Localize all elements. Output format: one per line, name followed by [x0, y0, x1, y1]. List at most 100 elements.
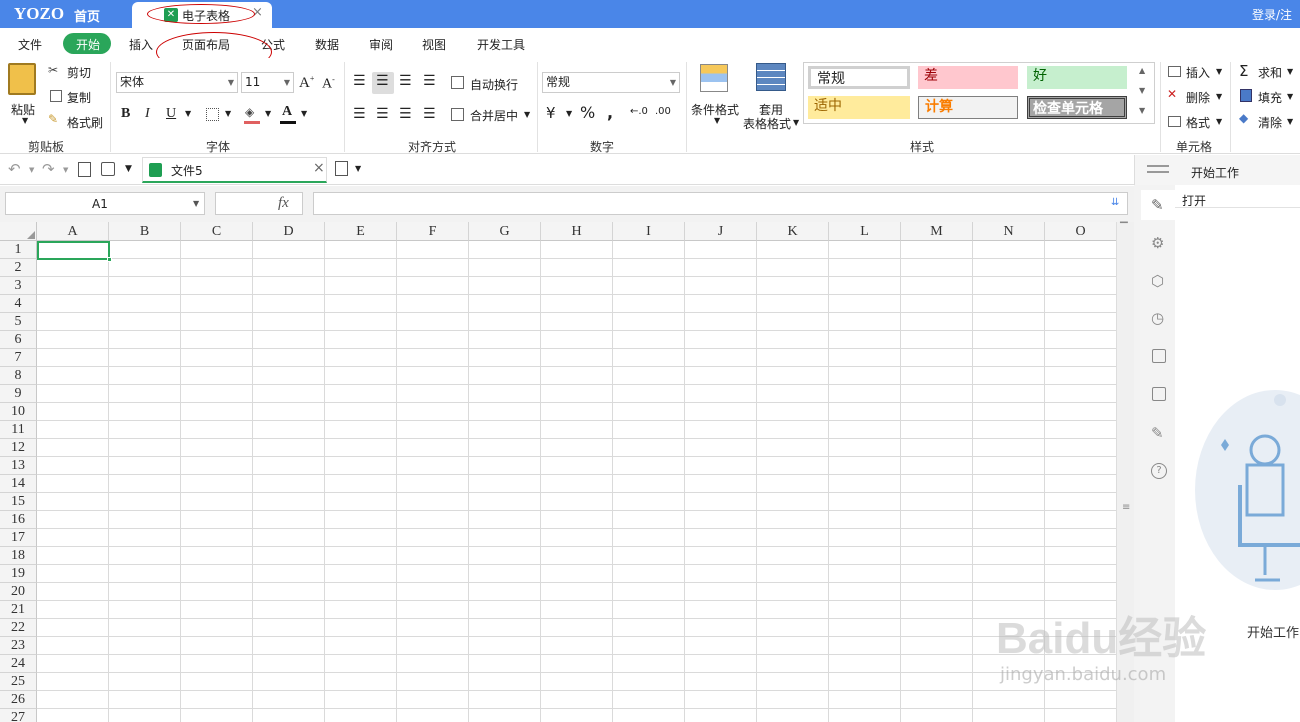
- font-size-select[interactable]: 11 ▼: [241, 72, 294, 93]
- chevron-down-icon[interactable]: ▼: [524, 110, 530, 119]
- chevron-down-icon[interactable]: ▼: [193, 199, 199, 208]
- table-format-icon[interactable]: [756, 63, 786, 91]
- italic-icon[interactable]: I: [145, 106, 150, 122]
- bold-icon[interactable]: B: [121, 106, 130, 122]
- row-header[interactable]: 24: [0, 655, 37, 673]
- column-header[interactable]: B: [109, 222, 181, 241]
- menu-data[interactable]: 数据: [315, 36, 339, 53]
- column-header[interactable]: J: [685, 222, 757, 241]
- column-header[interactable]: E: [325, 222, 397, 241]
- settings-sliders-icon[interactable]: ⚙: [1151, 234, 1164, 252]
- row-header[interactable]: 21: [0, 601, 37, 619]
- align-left-icon[interactable]: ☰: [353, 106, 366, 122]
- chevron-down-icon[interactable]: ▼: [225, 109, 231, 118]
- chevron-down-icon[interactable]: ▼: [714, 116, 720, 125]
- menu-insert[interactable]: 插入: [129, 36, 153, 53]
- menu-developer[interactable]: 开发工具: [477, 36, 525, 53]
- format-cells-button[interactable]: 格式: [1186, 114, 1210, 131]
- sum-button[interactable]: 求和: [1258, 64, 1282, 81]
- chevron-down-icon[interactable]: ▼: [355, 164, 361, 173]
- align-top-icon[interactable]: ☰: [353, 73, 366, 89]
- row-header[interactable]: 6: [0, 331, 37, 349]
- column-header[interactable]: N: [973, 222, 1045, 241]
- row-header[interactable]: 15: [0, 493, 37, 511]
- chevron-down-icon[interactable]: ▼: [63, 166, 68, 174]
- row-header[interactable]: 16: [0, 511, 37, 529]
- chevron-down-icon[interactable]: ▼: [29, 166, 34, 174]
- chevron-down-icon[interactable]: ▼: [1287, 67, 1293, 76]
- row-header[interactable]: 27: [0, 709, 37, 722]
- currency-icon[interactable]: ¥: [546, 104, 556, 122]
- clear-button[interactable]: 清除: [1258, 114, 1282, 131]
- comma-icon[interactable]: ,: [607, 103, 613, 122]
- conditional-format-icon[interactable]: [700, 64, 728, 92]
- align-center-icon[interactable]: ☰: [376, 106, 389, 122]
- function-button-box[interactable]: fx: [215, 192, 303, 215]
- number-format-select[interactable]: 常规 ▼: [542, 72, 680, 93]
- column-header[interactable]: K: [757, 222, 829, 241]
- column-header[interactable]: H: [541, 222, 613, 241]
- merge-center-button[interactable]: 合并居中: [470, 107, 518, 124]
- row-header[interactable]: 14: [0, 475, 37, 493]
- decrease-decimal-icon[interactable]: .00: [655, 106, 671, 117]
- row-header[interactable]: 2: [0, 259, 37, 277]
- menu-view[interactable]: 视图: [422, 36, 446, 53]
- copy-pages-icon[interactable]: [1152, 387, 1166, 401]
- pane-menu-icon[interactable]: [1147, 165, 1169, 167]
- font-shrink-icon[interactable]: A-: [322, 75, 335, 93]
- formula-input[interactable]: ⇊: [313, 192, 1128, 215]
- help-icon[interactable]: ?: [1151, 463, 1167, 479]
- customize-toolbar-icon[interactable]: ▼: [125, 164, 132, 174]
- format-painter-button[interactable]: 格式刷: [67, 114, 103, 131]
- chevron-down-icon[interactable]: ▼: [1287, 92, 1293, 101]
- style-neutral[interactable]: 适中: [808, 96, 910, 119]
- active-cell-a1[interactable]: [37, 241, 112, 262]
- expand-formula-icon[interactable]: ⇊: [1111, 197, 1119, 208]
- home-tab[interactable]: 首页: [74, 6, 100, 25]
- row-header[interactable]: 7: [0, 349, 37, 367]
- new-document-icon[interactable]: [335, 161, 348, 176]
- scroll-up-icon[interactable]: ▲: [1139, 66, 1145, 75]
- row-header[interactable]: 25: [0, 673, 37, 691]
- undo-icon[interactable]: ↶: [8, 160, 21, 178]
- menu-file[interactable]: 文件: [18, 36, 42, 53]
- row-header[interactable]: 12: [0, 439, 37, 457]
- chevron-down-icon[interactable]: ▼: [566, 109, 572, 118]
- percent-icon[interactable]: %: [580, 103, 595, 122]
- column-header[interactable]: C: [181, 222, 253, 241]
- file-tab[interactable]: 文件5 ×: [142, 157, 327, 183]
- row-header[interactable]: 5: [0, 313, 37, 331]
- fill-button[interactable]: 填充: [1258, 89, 1282, 106]
- font-name-select[interactable]: 宋体 ▼: [116, 72, 238, 93]
- column-header[interactable]: F: [397, 222, 469, 241]
- table-format-label-2[interactable]: 表格格式: [743, 115, 791, 132]
- chevron-down-icon[interactable]: ▼: [1216, 117, 1222, 126]
- increase-decimal-icon[interactable]: ←.0: [630, 106, 648, 117]
- insert-cells-button[interactable]: 插入: [1186, 64, 1210, 81]
- column-header[interactable]: M: [901, 222, 973, 241]
- style-normal[interactable]: 常规: [808, 66, 910, 89]
- pencil-icon[interactable]: ✎: [1151, 196, 1164, 214]
- text-direction-icon[interactable]: ☰: [423, 73, 436, 89]
- menu-review[interactable]: 审阅: [369, 36, 393, 53]
- row-header[interactable]: 19: [0, 565, 37, 583]
- row-header[interactable]: 11: [0, 421, 37, 439]
- row-header[interactable]: 26: [0, 691, 37, 709]
- clipboard-icon[interactable]: [1152, 349, 1166, 363]
- chevron-down-icon[interactable]: ▼: [793, 118, 799, 127]
- border-icon[interactable]: [206, 108, 219, 121]
- chevron-down-icon[interactable]: ▼: [265, 109, 271, 118]
- style-bad[interactable]: 差: [918, 66, 1018, 89]
- fill-handle[interactable]: [107, 257, 112, 262]
- column-header[interactable]: G: [469, 222, 541, 241]
- style-good[interactable]: 好: [1027, 66, 1127, 89]
- fill-color-icon[interactable]: ◈: [245, 105, 254, 119]
- font-grow-icon[interactable]: A+: [299, 74, 314, 92]
- clock-icon[interactable]: ◷: [1151, 309, 1164, 327]
- column-header[interactable]: O: [1045, 222, 1117, 241]
- close-icon[interactable]: ×: [313, 160, 325, 176]
- wrap-text-button[interactable]: 自动换行: [470, 76, 518, 93]
- menu-start[interactable]: 开始: [76, 36, 100, 53]
- row-header[interactable]: 10: [0, 403, 37, 421]
- scroll-down-icon[interactable]: ▼: [1139, 86, 1145, 95]
